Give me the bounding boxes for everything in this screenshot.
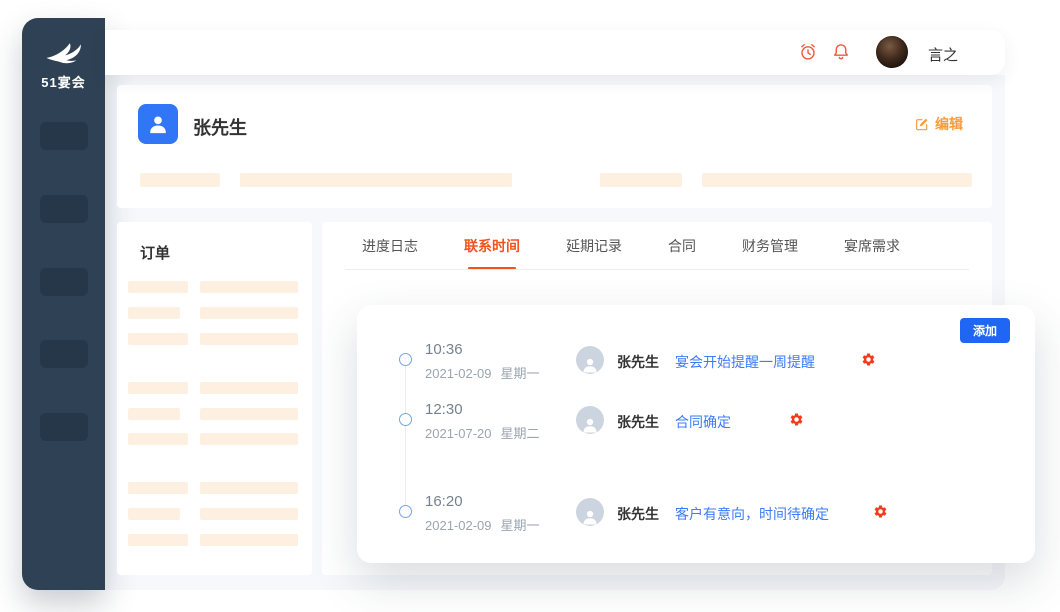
- person-icon: [581, 508, 599, 526]
- customer-name: 张先生: [193, 114, 247, 140]
- entry-weekday: 星期二: [501, 426, 540, 441]
- sidebar-menu-placeholder[interactable]: [40, 122, 88, 150]
- order-placeholder: [200, 333, 298, 345]
- app-window: 言之 51宴会 张先生 编辑: [0, 0, 1060, 612]
- entry-date: 2021-02-09 星期一: [425, 515, 540, 534]
- order-placeholder: [128, 433, 188, 445]
- topbar: 言之: [105, 30, 1005, 75]
- order-placeholder: [128, 281, 188, 293]
- timeline-dot: [399, 413, 412, 426]
- sidebar-menu-placeholder[interactable]: [40, 195, 88, 223]
- order-placeholder: [200, 307, 298, 319]
- field-placeholder: [240, 173, 512, 187]
- order-placeholder: [128, 534, 188, 546]
- entry-time: 10:36: [425, 341, 463, 358]
- user-avatar[interactable]: [876, 36, 908, 68]
- order-placeholder: [128, 307, 180, 319]
- field-placeholder: [600, 173, 682, 187]
- bell-icon[interactable]: [831, 42, 851, 62]
- contact-timeline-card: 添加 10:36 2021-02-09星期一 张先生 宴会开始提醒一周提醒 12…: [357, 305, 1035, 563]
- entry-name: 张先生: [617, 352, 659, 372]
- entry-date: 2021-07-20 星期二: [425, 423, 540, 442]
- entry-name: 张先生: [617, 412, 659, 432]
- entry-avatar: [576, 498, 604, 526]
- person-icon: [581, 416, 599, 434]
- entry-name: 张先生: [617, 504, 659, 524]
- field-placeholder: [702, 173, 972, 187]
- person-icon: [581, 356, 599, 374]
- customer-header-card: 张先生 编辑: [117, 85, 992, 208]
- timeline-entry: 12:30 2021-07-20 星期二 张先生 合同确定: [357, 398, 1035, 442]
- entry-note-link[interactable]: 合同确定: [675, 412, 731, 432]
- sidebar-menu-placeholder[interactable]: [40, 413, 88, 441]
- orders-panel: 订单: [117, 222, 312, 575]
- entry-avatar: [576, 346, 604, 374]
- edit-pencil-icon: [914, 116, 930, 132]
- timeline-dot: [399, 505, 412, 518]
- order-placeholder: [200, 482, 298, 494]
- entry-date-value: 2021-07-20: [425, 426, 492, 441]
- entry-time: 16:20: [425, 493, 463, 510]
- order-placeholder: [128, 508, 180, 520]
- bird-logo-icon: [42, 40, 86, 70]
- entry-note-link[interactable]: 客户有意向，时间待确定: [675, 504, 829, 524]
- logo-text: 51宴会: [22, 72, 105, 91]
- entry-time: 12:30: [425, 401, 463, 418]
- entry-date-value: 2021-02-09: [425, 366, 492, 381]
- order-placeholder: [200, 408, 298, 420]
- order-placeholder: [200, 508, 298, 520]
- timeline-entry: 16:20 2021-02-09 星期一 张先生 客户有意向，时间待确定: [357, 490, 1035, 534]
- order-placeholder: [200, 534, 298, 546]
- order-placeholder: [128, 382, 188, 394]
- order-placeholder: [200, 382, 298, 394]
- order-placeholder: [200, 433, 298, 445]
- timeline-entry: 10:36 2021-02-09 星期一 张先生 宴会开始提醒一周提醒: [357, 338, 1035, 382]
- entry-weekday: 星期一: [501, 518, 540, 533]
- order-placeholder: [128, 482, 188, 494]
- orders-panel-title: 订单: [140, 242, 170, 263]
- entry-note-link[interactable]: 宴会开始提醒一周提醒: [675, 352, 815, 372]
- entry-date: 2021-02-09 星期一: [425, 363, 540, 382]
- gear-icon[interactable]: [861, 352, 876, 367]
- entry-avatar: [576, 406, 604, 434]
- username: 言之: [928, 44, 958, 65]
- gear-icon[interactable]: [873, 504, 888, 519]
- entry-weekday: 星期一: [501, 366, 540, 381]
- order-placeholder: [200, 281, 298, 293]
- order-placeholder: [128, 333, 188, 345]
- sidebar-menu-placeholder[interactable]: [40, 268, 88, 296]
- order-placeholder: [128, 408, 180, 420]
- tab-divider: [345, 269, 969, 270]
- sidebar: 51宴会: [22, 18, 105, 590]
- app-logo: 51宴会: [22, 40, 105, 91]
- person-icon: [147, 113, 169, 135]
- edit-label: 编辑: [935, 114, 963, 134]
- entry-date-value: 2021-02-09: [425, 518, 492, 533]
- gear-icon[interactable]: [789, 412, 804, 427]
- sidebar-menu-placeholder[interactable]: [40, 340, 88, 368]
- field-placeholder: [140, 173, 220, 187]
- edit-button[interactable]: 编辑: [914, 114, 963, 134]
- alarm-icon[interactable]: [798, 42, 818, 62]
- customer-avatar: [138, 104, 178, 144]
- timeline-dot: [399, 353, 412, 366]
